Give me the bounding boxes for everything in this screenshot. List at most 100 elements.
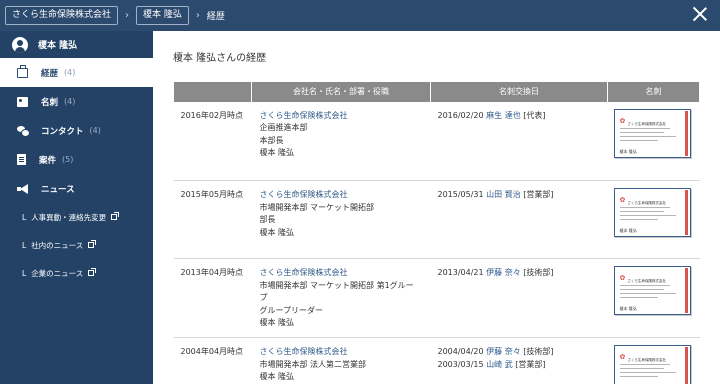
column-header-exchange-date: 名刺交換日: [430, 81, 608, 102]
sakura-logo-icon: ✿: [619, 196, 626, 204]
exchange-date: 2015/05/31: [437, 190, 484, 199]
dept-line: 市場開発本部 マーケット開拓部 第1グルー: [259, 280, 414, 290]
dept-line: 企画推進本部: [259, 123, 308, 132]
company-link[interactable]: さくら生命保険株式会社: [260, 346, 431, 359]
close-icon[interactable]: [692, 6, 708, 22]
exchange-entry: 2015/05/31 山田 賢治 [営業部]: [438, 189, 608, 202]
column-header-date: [173, 81, 252, 102]
exchange-person-link[interactable]: 山田 賢治: [486, 190, 521, 199]
cell-date: 2016年02月時点: [173, 101, 252, 181]
dept-line: 榎本 隆弘: [259, 227, 295, 237]
chevron-right-icon: ›: [125, 10, 130, 21]
dept-line: 部長: [259, 215, 276, 224]
top-bar: さくら生命保険株式会社 › 榎本 隆弘 › 経歴: [0, 0, 720, 31]
company-link[interactable]: さくら生命保険株式会社: [260, 189, 431, 202]
business-card-thumbnail[interactable]: ✿さくら生命保険株式会社榎本 隆弘: [613, 266, 691, 315]
sidebar-item-count: (4): [64, 68, 76, 77]
business-card-thumbnail[interactable]: ✿さくら生命保険株式会社榎本 隆弘: [613, 345, 691, 384]
company-link[interactable]: さくら生命保険株式会社: [260, 110, 431, 123]
dept-line: 榎本 隆弘: [259, 148, 295, 157]
card-line: [619, 297, 658, 298]
card-line: [619, 285, 670, 286]
card-line: [619, 207, 670, 208]
exchange-entry: 2016/02/20 麻生 達也 [代表]: [438, 110, 608, 123]
sidebar-item-news[interactable]: ニュース: [0, 174, 153, 203]
cell-card: ✿さくら生命保険株式会社榎本 隆弘: [607, 101, 700, 181]
sidebar-subitem-company-news[interactable]: L 企業のニュース: [0, 259, 153, 287]
business-card-thumbnail[interactable]: ✿さくら生命保険株式会社榎本 隆弘: [613, 188, 691, 237]
column-header-card: 名刺: [607, 81, 700, 102]
dept-line: 榎本 隆弘: [259, 318, 295, 327]
card-name: 榎本 隆弘: [619, 148, 637, 154]
document-icon: [17, 154, 26, 165]
sidebar-item-label: コンタクト: [41, 126, 84, 137]
exchange-person-link[interactable]: 伊藤 奈々: [486, 268, 521, 277]
sidebar-item-deals[interactable]: 案件 (5): [0, 145, 153, 174]
exchange-date: 2003/03/15: [437, 359, 484, 369]
sidebar: 榎本 隆弘 経歴 (4) 名刺 (4) コンタクト (4) 案件 (5) ニュー…: [0, 31, 153, 384]
sidebar-item-label: 案件: [39, 155, 57, 166]
briefcase-icon: [17, 64, 28, 78]
card-name: 榎本 隆弘: [619, 306, 637, 311]
cell-date: 2015年05月時点: [173, 180, 252, 259]
exchange-person-link[interactable]: 伊藤 奈々: [486, 347, 521, 356]
sidebar-subitem-internal-news[interactable]: L 社内のニュース: [0, 231, 153, 259]
cell-exchange: 2013/04/21 伊藤 奈々 [技術部]: [430, 258, 608, 338]
chat-icon: [17, 125, 30, 137]
sidebar-item-career[interactable]: 経歴 (4): [0, 58, 153, 87]
exchange-dept-tag: [技術部]: [523, 268, 554, 277]
cell-exchange: 2015/05/31 山田 賢治 [営業部]: [430, 180, 608, 259]
breadcrumb-company[interactable]: さくら生命保険株式会社: [5, 6, 119, 25]
dept-line: グループリーダー: [259, 305, 324, 315]
exchange-date: 2016/02/20: [437, 110, 484, 120]
external-link-icon: [88, 268, 97, 276]
exchange-entry: 2013/04/21 伊藤 奈々 [技術部]: [438, 267, 608, 280]
cell-company: さくら生命保険株式会社 企画推進本部 本部長 榎本 隆弘: [251, 101, 431, 181]
card-stripe: [684, 268, 688, 313]
card-line: [619, 364, 670, 365]
card-line: [619, 376, 658, 377]
card-line: [619, 215, 676, 216]
card-line: [619, 372, 676, 373]
exchange-dept-tag: [代表]: [523, 110, 546, 120]
user-name: 榎本 隆弘: [38, 41, 78, 51]
dept-line: 榎本 隆弘: [259, 372, 295, 381]
cell-card: ✿さくら生命保険株式会社榎本 隆弘: [607, 337, 700, 384]
sidebar-subitem-personnel-changes[interactable]: L 人事異動・連絡先変更: [0, 203, 153, 231]
card-line: [619, 139, 658, 141]
exchange-person-link[interactable]: 麻生 達也: [486, 111, 521, 120]
table-row: 2015年05月時点 さくら生命保険株式会社 市場開発本部 マーケット開拓部 部長 榎本…: [173, 180, 700, 259]
subitem-marker: L: [22, 268, 27, 278]
table-row: 2016年02月時点 さくら生命保険株式会社 企画推進本部 本部長 榎本 隆弘 2016/…: [173, 101, 700, 181]
card-line: [619, 219, 658, 220]
exchange-dept-tag: [営業部]: [523, 190, 554, 199]
card-line: [619, 135, 676, 137]
table-row: 2004年04月時点 さくら生命保険株式会社 市場開発本部 法人第二営業部 榎本 隆弘…: [173, 337, 700, 384]
card-line: [619, 368, 664, 369]
card-stripe: [684, 190, 688, 235]
exchange-person-link[interactable]: 山崎 武: [486, 360, 513, 369]
sakura-logo-icon: ✿: [619, 353, 626, 361]
card-stripe: [684, 347, 688, 384]
breadcrumb-person[interactable]: 榎本 隆弘: [136, 6, 189, 25]
subitem-label: 企業のニュース: [31, 268, 84, 278]
breadcrumb-current: 経歴: [206, 12, 225, 22]
career-table: 会社名・氏名・部署・役職 名刺交換日 名刺 2016年02月時点 さくら生命保険株…: [173, 81, 700, 384]
sidebar-item-contact[interactable]: コンタクト (4): [0, 116, 153, 145]
exchange-dept-tag: [技術部]: [523, 347, 554, 356]
sakura-logo-icon: ✿: [619, 274, 626, 282]
sidebar-item-label: 経歴: [41, 68, 59, 79]
sidebar-item-count: (5): [62, 155, 74, 164]
cell-exchange: 2004/04/20 伊藤 奈々 [技術部] 2003/03/15 山崎 武 [営…: [430, 337, 608, 384]
external-link-icon: [111, 212, 120, 220]
sidebar-item-business-cards[interactable]: 名刺 (4): [0, 87, 153, 116]
company-link[interactable]: さくら生命保険株式会社: [260, 267, 431, 280]
megaphone-icon: [17, 183, 28, 194]
table-header-row: 会社名・氏名・部署・役職 名刺交換日 名刺: [173, 81, 700, 102]
user-header: 榎本 隆弘: [0, 31, 153, 58]
cell-company: さくら生命保険株式会社 市場開発本部 法人第二営業部 榎本 隆弘: [251, 337, 431, 384]
card-stripe: [684, 110, 688, 156]
cell-date: 2013年04月時点: [173, 258, 252, 338]
business-card-thumbnail[interactable]: ✿さくら生命保険株式会社榎本 隆弘: [613, 108, 691, 158]
sidebar-item-count: (4): [89, 126, 101, 135]
